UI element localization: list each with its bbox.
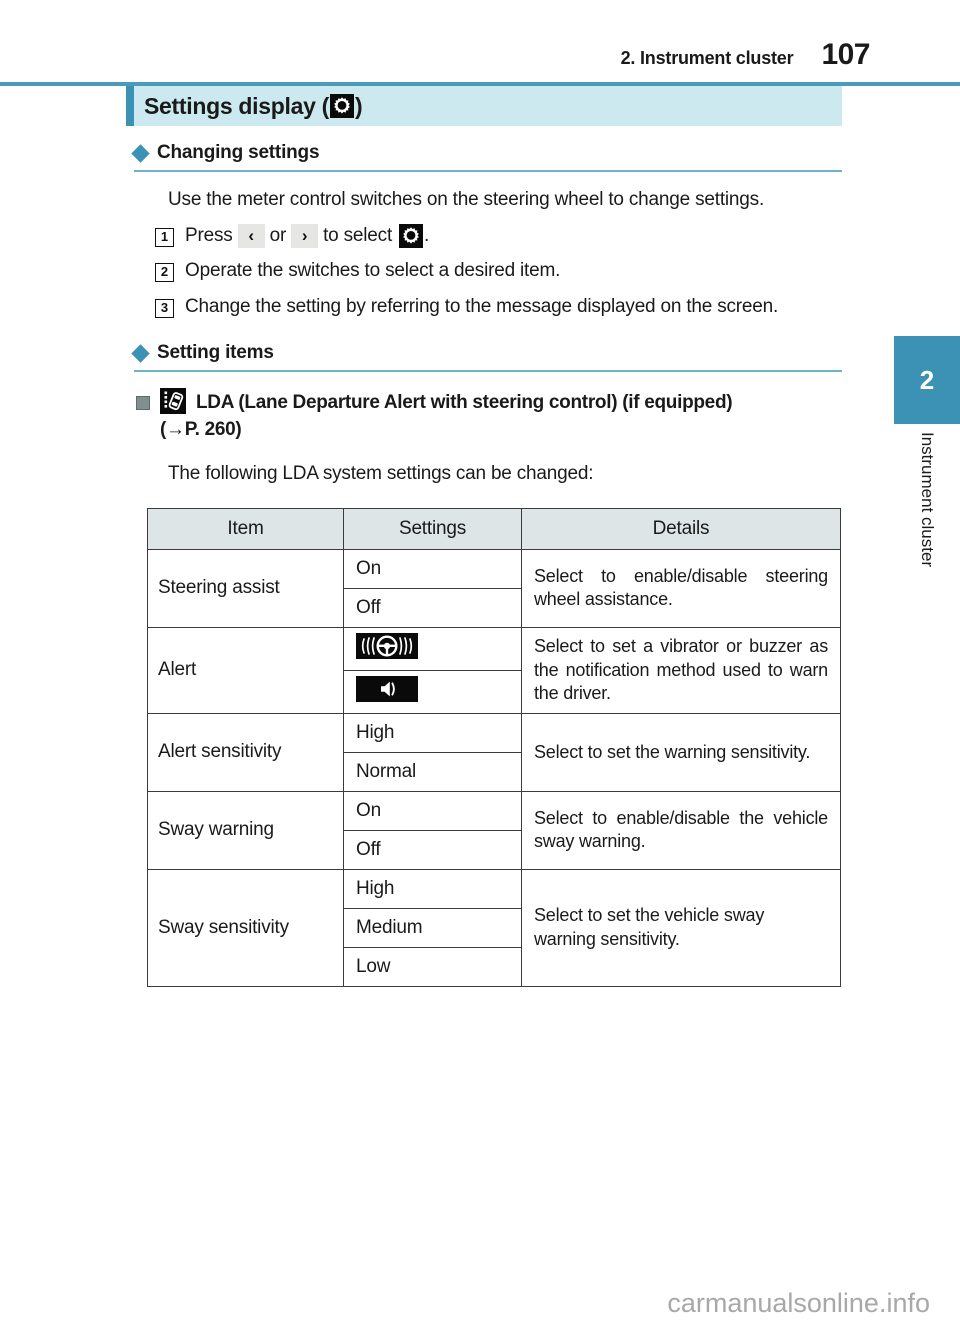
- header-inner: 2. Instrument cluster 107: [620, 38, 871, 71]
- lda-icon: [160, 388, 186, 415]
- chapter-tab-number: 2: [919, 365, 935, 395]
- step-text: Press ‹ or › to select .: [185, 223, 429, 250]
- table-cell-setting[interactable]: High: [343, 868, 522, 909]
- lda-settings-table: Item Settings Details Steering assist On…: [147, 507, 841, 987]
- table-header-item: Item: [147, 507, 344, 550]
- lda-setting-item: LDA (Lane Departure Alert with steering …: [136, 388, 842, 444]
- table-cell-item: Alert: [147, 626, 344, 714]
- table-cell-setting[interactable]: High: [343, 712, 522, 753]
- table-row: Alert Select to set a vibrator or buzzer…: [147, 626, 841, 714]
- step-item: 1 Press ‹ or › to select .: [155, 223, 845, 250]
- speaker-buzzer-icon: [356, 675, 418, 702]
- table-row: Sway sensitivity High Select to set the …: [147, 868, 841, 987]
- page-content: Settings display ( ) Changing settings U…: [0, 86, 880, 987]
- table-header-details: Details: [521, 507, 841, 550]
- changing-settings-intro: Use the meter control switches on the st…: [168, 189, 765, 210]
- table-cell-details: Select to set a vibrator or buzzer as th…: [521, 626, 841, 714]
- section-heading-label: Setting items: [157, 342, 274, 364]
- lda-setting-item-body: LDA (Lane Departure Alert with steering …: [160, 388, 733, 444]
- step-item: 2 Operate the switches to select a desir…: [155, 258, 845, 285]
- page-number: 107: [821, 38, 870, 71]
- table-row: Sway warning On Select to enable/disable…: [147, 790, 841, 870]
- settings-display-title: Settings display ( ): [126, 92, 363, 120]
- table-cell-setting[interactable]: Medium: [343, 907, 522, 948]
- table-cell-setting[interactable]: Off: [343, 829, 522, 870]
- settings-display-title-band: Settings display ( ): [126, 86, 842, 126]
- table-cell-setting[interactable]: Low: [343, 946, 522, 987]
- diamond-bullet-icon: [131, 143, 150, 163]
- chapter-tab: 2: [894, 336, 960, 424]
- lda-settings-table-wrap: Item Settings Details Steering assist On…: [147, 507, 841, 987]
- page-header: 2. Instrument cluster 107: [0, 0, 960, 86]
- lda-setting-intro: The following LDA system settings can be…: [168, 463, 594, 485]
- table-cell-setting-icon[interactable]: [343, 669, 522, 714]
- table-cell-setting[interactable]: On: [343, 790, 522, 831]
- section-heading-changing-settings: Changing settings: [131, 142, 842, 170]
- table-cell-setting[interactable]: Off: [343, 587, 522, 628]
- table-cell-details: Select to enable/disable the vehicle swa…: [521, 790, 841, 870]
- section-rule: [134, 170, 842, 172]
- section-heading-label: Changing settings: [157, 142, 320, 163]
- table-cell-item: Steering assist: [147, 548, 344, 628]
- table-cell-item: Sway warning: [147, 790, 344, 870]
- header-section-title: 2. Instrument cluster: [620, 48, 794, 68]
- step-number: 3: [155, 298, 174, 318]
- table-cell-setting[interactable]: Normal: [343, 751, 522, 792]
- step-text: Change the setting by referring to the m…: [185, 295, 779, 317]
- section-heading-setting-items: Setting items: [131, 342, 842, 370]
- table-cell-setting[interactable]: On: [343, 548, 522, 589]
- step1-text-after: .: [424, 224, 430, 246]
- table-header-row: Item Settings Details: [147, 507, 841, 550]
- chapter-tab-label: Instrument cluster: [918, 432, 937, 568]
- step-text: Operate the switches to select a desired…: [185, 260, 561, 282]
- steps-list: 1 Press ‹ or › to select . 2 Operate the…: [0, 223, 880, 321]
- table-cell-item: Sway sensitivity: [147, 868, 344, 987]
- step-number: 2: [155, 263, 174, 283]
- table-cell-details: Select to set the warning sensitivity.: [521, 712, 841, 792]
- title-text-before: Settings display (: [144, 92, 330, 119]
- table-cell-setting-icon[interactable]: [343, 626, 522, 671]
- table-cell-item: Alert sensitivity: [147, 712, 344, 792]
- section-rule: [134, 370, 842, 373]
- title-text-after: ): [355, 92, 363, 119]
- gear-icon: [330, 94, 355, 118]
- gear-icon: [399, 223, 424, 248]
- lda-page-reference[interactable]: (→P. 260): [160, 419, 242, 440]
- chapter-tab-label-wrap: Instrument cluster: [894, 432, 960, 662]
- step-item: 3 Change the setting by referring to the…: [155, 294, 845, 321]
- table-row: Steering assist On Select to enable/disa…: [147, 548, 841, 628]
- table-header-settings: Settings: [343, 507, 522, 550]
- right-arrow-button[interactable]: ›: [291, 223, 319, 248]
- step-number: 1: [155, 227, 174, 247]
- diamond-bullet-icon: [131, 344, 150, 363]
- square-bullet-icon: [136, 396, 150, 411]
- step1-text-middle: to select: [323, 224, 393, 246]
- step1-text-before: Press: [185, 224, 233, 246]
- step1-conjunction: or: [269, 224, 287, 246]
- table-cell-details: Select to enable/disable steering wheel …: [521, 548, 841, 628]
- table-row: Alert sensitivity High Select to set the…: [147, 712, 841, 792]
- steering-wheel-vibration-icon: [356, 632, 418, 659]
- site-watermark: carmanualsonline.info: [667, 1288, 930, 1318]
- left-arrow-button[interactable]: ‹: [237, 223, 265, 248]
- table-cell-details: Select to set the vehicle sway warning s…: [521, 868, 841, 987]
- lda-setting-item-title: LDA (Lane Departure Alert with steering …: [195, 392, 733, 414]
